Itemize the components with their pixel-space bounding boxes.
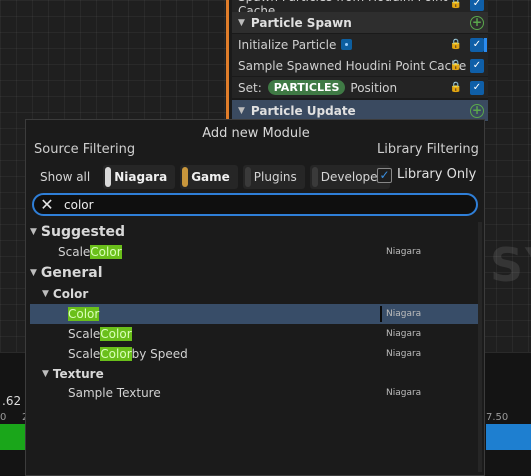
timeline-value: .62	[2, 394, 22, 408]
parameter-icon	[341, 39, 353, 50]
filter-game-toggle[interactable]: Game	[180, 165, 238, 189]
search-match-highlight: Color	[68, 307, 100, 321]
popup-title: Add new Module	[202, 126, 310, 141]
filter-color-bar	[311, 167, 318, 187]
selection-edge	[484, 38, 487, 52]
module-enabled-checkbox[interactable]: ✓	[470, 37, 484, 52]
collapse-arrow-icon[interactable]: ▼	[238, 106, 245, 116]
module-enabled-checkbox[interactable]: ✓	[470, 80, 484, 95]
tree-category-general[interactable]: ▼ General	[30, 263, 482, 283]
subcategory-label: Color	[52, 287, 89, 301]
timeline-track-green[interactable]	[0, 424, 28, 450]
filter-label: Developer	[320, 170, 383, 184]
filter-label: Niagara	[114, 170, 168, 184]
add-module-icon[interactable]: +	[470, 15, 484, 30]
show-all-label: Show all	[40, 170, 91, 184]
timeline-tick: 0	[0, 412, 7, 423]
timeline-tick: 7.50	[486, 412, 509, 423]
filter-color-bar	[105, 167, 112, 187]
item-text: Sample Texture	[68, 386, 161, 400]
category-label: General	[40, 265, 103, 281]
item-text: Scale	[68, 347, 101, 361]
item-source: Niagara	[386, 309, 422, 319]
tree-scrollbar[interactable]	[478, 222, 482, 472]
show-all-button[interactable]: Show all	[32, 165, 98, 189]
namespace-pill: PARTICLES	[267, 80, 346, 95]
collapse-arrow-icon[interactable]: ▼	[42, 289, 49, 299]
lock-icon: 🔒	[449, 60, 462, 71]
subcategory-label: Texture	[52, 367, 104, 381]
tree-item[interactable]: Scale Color Niagara	[30, 242, 482, 262]
selection-marker	[380, 306, 382, 322]
lock-icon: 🔒	[449, 39, 462, 50]
source-filter-bar: Show all Niagara Game Plugins Developer	[32, 164, 395, 190]
section-header-particle-update[interactable]: ▼ Particle Update +	[232, 100, 488, 121]
collapse-arrow-icon[interactable]: ▼	[42, 369, 49, 379]
lock-icon: 🔒	[449, 0, 462, 9]
item-text: by Speed	[131, 347, 188, 361]
module-enabled-checkbox[interactable]: ✓	[470, 58, 484, 73]
search-box: ✕	[32, 193, 478, 216]
tree-item-selected[interactable]: Color Niagara	[30, 304, 482, 324]
library-filtering-label: Library Filtering	[377, 142, 479, 157]
module-row[interactable]: Set: PARTICLES Position 🔒 ✓	[232, 77, 488, 98]
item-text: Scale	[58, 245, 91, 259]
tree-category-suggested[interactable]: ▼ Suggested	[30, 222, 482, 242]
module-label: Set:	[238, 80, 262, 95]
section-header-particle-spawn[interactable]: ▼ Particle Spawn +	[232, 12, 488, 33]
tree-item[interactable]: Scale Color by Speed Niagara	[30, 344, 482, 364]
filter-label: Game	[191, 170, 230, 184]
section-header-label: Particle Update	[250, 103, 356, 118]
library-only-checkbox[interactable]: ✓	[377, 168, 392, 183]
add-module-popup: Add new Module Source Filtering Library …	[25, 119, 485, 476]
filter-plugins-toggle[interactable]: Plugins	[242, 165, 305, 189]
module-label: Initialize Particle	[238, 37, 337, 52]
clear-search-icon[interactable]: ✕	[34, 195, 60, 214]
search-match-highlight: Color	[100, 327, 132, 341]
item-source: Niagara	[386, 329, 422, 339]
search-match-highlight: Color	[100, 347, 132, 361]
item-source: Niagara	[386, 349, 422, 359]
item-source: Niagara	[386, 388, 422, 398]
module-row[interactable]: Initialize Particle 🔒 ✓	[232, 34, 488, 55]
collapse-arrow-icon[interactable]: ▼	[30, 227, 37, 237]
timeline-track-blue[interactable]	[486, 424, 531, 450]
collapse-arrow-icon[interactable]: ▼	[30, 268, 37, 278]
item-text: Scale	[68, 327, 101, 341]
tree-subcategory-color[interactable]: ▼ Color	[30, 284, 482, 304]
lock-icon: 🔒	[449, 82, 462, 93]
category-label: Suggested	[40, 224, 126, 240]
collapse-arrow-icon[interactable]: ▼	[238, 18, 245, 28]
tree-subcategory-texture[interactable]: ▼ Texture	[30, 364, 482, 384]
filter-color-bar	[244, 167, 251, 187]
search-match-highlight: Color	[90, 245, 122, 259]
add-module-icon[interactable]: +	[470, 103, 484, 118]
module-label: Sample Spawned Houdini Point Cache	[238, 58, 467, 73]
filter-label: Plugins	[253, 170, 297, 184]
tree-item[interactable]: Sample Texture Niagara	[30, 383, 482, 403]
item-source: Niagara	[386, 247, 422, 257]
module-suffix: Position	[350, 80, 398, 95]
library-only-label: Library Only	[397, 167, 477, 182]
tree-item[interactable]: Scale Color Niagara	[30, 324, 482, 344]
filter-color-bar	[182, 167, 189, 187]
source-filtering-label: Source Filtering	[34, 142, 136, 157]
section-header-label: Particle Spawn	[250, 15, 352, 30]
module-enabled-checkbox[interactable]: ✓	[470, 0, 484, 11]
emitter-stack: Spawn Particles from Houdini Point Cache…	[226, 0, 488, 122]
module-row[interactable]: Sample Spawned Houdini Point Cache 🔒 ✓	[232, 55, 488, 76]
filter-niagara-toggle[interactable]: Niagara	[103, 165, 176, 189]
graph-watermark: SY	[490, 238, 531, 292]
search-input[interactable]	[60, 195, 476, 214]
